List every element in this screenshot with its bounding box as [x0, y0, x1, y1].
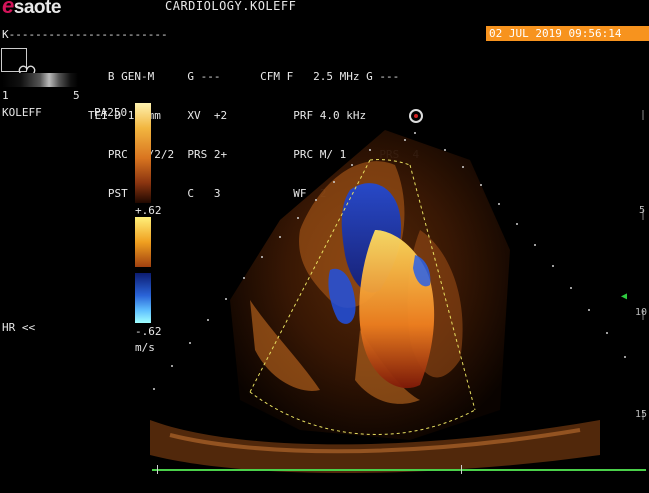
depth-label: 10	[635, 307, 648, 318]
ecg-marker	[461, 465, 462, 474]
ecg-marker	[157, 465, 158, 474]
orientation-marker-icon	[409, 109, 423, 123]
depth-label: 15	[635, 409, 648, 420]
focus-arrow-icon: ◀	[621, 291, 628, 302]
depth-label: 5	[639, 205, 646, 216]
ecg-trace	[152, 469, 646, 471]
ultrasound-scan	[150, 110, 644, 474]
